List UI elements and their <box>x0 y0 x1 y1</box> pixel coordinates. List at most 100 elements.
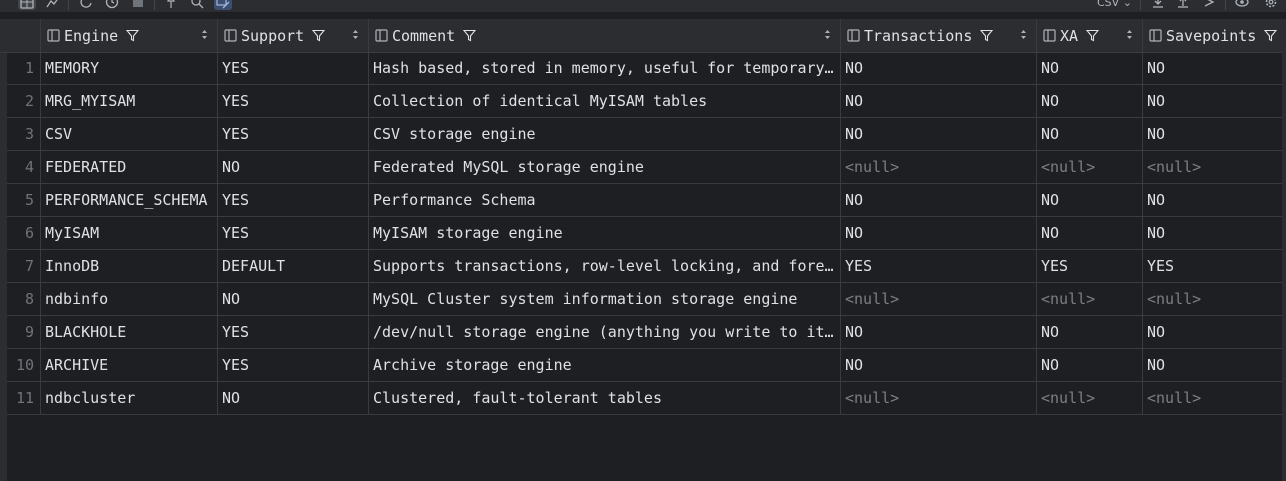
table-row[interactable]: 9 BLACKHOLE YES/dev/null storage engine (a… <box>7 316 1286 349</box>
cell-comment[interactable]: /dev/null storage engine (anything you w… <box>368 316 841 348</box>
cell-support[interactable]: YES <box>217 316 369 348</box>
cell-xa[interactable]: <null> <box>1036 283 1143 315</box>
grid-view-icon[interactable] <box>18 0 36 10</box>
cell-xa[interactable]: NO <box>1036 217 1143 249</box>
cell-savepoints[interactable]: NO <box>1142 184 1286 216</box>
filter-icon[interactable] <box>1086 29 1100 42</box>
filter-icon[interactable] <box>312 29 326 42</box>
cell-comment[interactable]: Archive storage engine <box>368 349 841 381</box>
cell-savepoints[interactable]: NO <box>1142 349 1286 381</box>
cell-support[interactable]: NO <box>217 151 369 183</box>
cell-transactions[interactable]: NO <box>840 118 1037 150</box>
cell-transactions[interactable]: <null> <box>840 382 1037 414</box>
cell-transactions[interactable]: NO <box>840 184 1037 216</box>
table-row[interactable]: 7 InnoDB DEFAULT Supports transactions, row… <box>7 250 1286 283</box>
cell-engine[interactable]: ndbcluster <box>40 382 218 414</box>
filter-icon[interactable] <box>463 29 477 42</box>
chart-view-icon[interactable] <box>44 0 62 10</box>
cell-engine[interactable]: ARCHIVE <box>40 349 218 381</box>
cell-engine[interactable]: BLACKHOLE <box>40 316 218 348</box>
cell-comment[interactable]: CSV storage engine <box>368 118 841 150</box>
column-header-xa[interactable]: XA <box>1036 19 1143 52</box>
column-header-support[interactable]: Support <box>217 19 369 52</box>
table-row[interactable]: 2 MRG_MYISAM YES Collection of identical My… <box>7 85 1286 118</box>
search-icon[interactable] <box>188 0 206 10</box>
download-icon[interactable] <box>1149 0 1167 10</box>
cell-savepoints[interactable]: NO <box>1142 316 1286 348</box>
cell-support[interactable]: DEFAULT <box>217 250 369 282</box>
cell-transactions[interactable]: NO <box>840 85 1037 117</box>
cell-support[interactable]: YES <box>217 85 369 117</box>
upload-icon[interactable] <box>1174 0 1192 10</box>
cell-comment[interactable]: Collection of identical MyISAM tables <box>368 85 841 117</box>
table-row[interactable]: 6 MyISAM YES MyISAM storage engine NO NO NO <box>7 217 1286 250</box>
cell-xa[interactable]: NO <box>1036 118 1143 150</box>
cell-savepoints[interactable]: <null> <box>1142 151 1286 183</box>
filter-icon[interactable] <box>1264 29 1278 42</box>
refresh-icon[interactable] <box>77 0 95 10</box>
cell-xa[interactable]: NO <box>1036 349 1143 381</box>
sort-icon[interactable] <box>1020 29 1027 40</box>
cell-support[interactable]: NO <box>217 283 369 315</box>
cell-engine[interactable]: PERFORMANCE_SCHEMA <box>40 184 218 216</box>
cell-savepoints[interactable]: <null> <box>1142 283 1286 315</box>
table-row[interactable]: 1 MEMORY YES Hash based, stored in memory, … <box>7 52 1286 85</box>
sort-icon[interactable] <box>824 29 831 40</box>
cell-comment[interactable]: Performance Schema <box>368 184 841 216</box>
cell-engine[interactable]: MRG_MYISAM <box>40 85 218 117</box>
view-icon[interactable] <box>1233 0 1251 10</box>
cell-xa[interactable]: NO <box>1036 184 1143 216</box>
table-row[interactable]: 10 ARCHIVE YES Archive storage engine NO NO NO <box>7 349 1286 382</box>
cell-savepoints[interactable]: YES <box>1142 250 1286 282</box>
cell-comment[interactable]: Hash based, stored in memory, useful for… <box>368 52 841 84</box>
cell-xa[interactable]: <null> <box>1036 151 1143 183</box>
cell-transactions[interactable]: NO <box>840 316 1037 348</box>
cell-support[interactable]: YES <box>217 52 369 84</box>
sort-icon[interactable] <box>201 29 208 40</box>
cell-savepoints[interactable]: NO <box>1142 85 1286 117</box>
cell-xa[interactable]: NO <box>1036 52 1143 84</box>
cell-transactions[interactable]: <null> <box>840 151 1037 183</box>
cell-xa[interactable]: <null> <box>1036 382 1143 414</box>
cell-savepoints[interactable]: NO <box>1142 217 1286 249</box>
cell-transactions[interactable]: NO <box>840 52 1037 84</box>
settings-icon[interactable] <box>1262 0 1280 10</box>
cell-engine[interactable]: InnoDB <box>40 250 218 282</box>
column-header-transactions[interactable]: Transactions <box>840 19 1037 52</box>
column-header-comment[interactable]: Comment <box>368 19 841 52</box>
pin-icon[interactable] <box>162 0 180 10</box>
cell-support[interactable]: YES <box>217 217 369 249</box>
compare-icon[interactable] <box>1200 0 1218 10</box>
cell-engine[interactable]: CSV <box>40 118 218 150</box>
cell-comment[interactable]: Supports transactions, row-level locking… <box>368 250 841 282</box>
cell-engine[interactable]: FEDERATED <box>40 151 218 183</box>
history-icon[interactable] <box>103 0 121 10</box>
cell-xa[interactable]: NO <box>1036 85 1143 117</box>
cell-comment[interactable]: MyISAM storage engine <box>368 217 841 249</box>
cell-transactions[interactable]: NO <box>840 217 1037 249</box>
cell-support[interactable]: YES <box>217 349 369 381</box>
column-header-savepoints[interactable]: Savepoints <box>1142 19 1286 52</box>
cell-transactions[interactable]: NO <box>840 349 1037 381</box>
cell-savepoints[interactable]: NO <box>1142 52 1286 84</box>
cell-transactions[interactable]: <null> <box>840 283 1037 315</box>
stop-icon[interactable] <box>129 0 147 10</box>
cell-savepoints[interactable]: NO <box>1142 118 1286 150</box>
table-row[interactable]: 3 CSV YES CSV storage engine NO NO NO <box>7 118 1286 151</box>
sort-icon[interactable] <box>1126 29 1133 40</box>
cell-engine[interactable]: ndbinfo <box>40 283 218 315</box>
edit-mode-icon[interactable] <box>214 0 232 10</box>
sort-icon[interactable] <box>352 29 359 40</box>
table-row[interactable]: 5 PERFORMANCE_SCHEMA YES Performance Schema… <box>7 184 1286 217</box>
table-row[interactable]: 4 FEDERATED NO Federated MySQL storage engi… <box>7 151 1286 184</box>
cell-xa[interactable]: NO <box>1036 316 1143 348</box>
cell-support[interactable]: NO <box>217 382 369 414</box>
cell-engine[interactable]: MyISAM <box>40 217 218 249</box>
cell-engine[interactable]: MEMORY <box>40 52 218 84</box>
cell-support[interactable]: YES <box>217 118 369 150</box>
filter-icon[interactable] <box>980 29 994 42</box>
vertical-scrollbar[interactable] <box>1282 52 1286 481</box>
cell-transactions[interactable]: YES <box>840 250 1037 282</box>
cell-comment[interactable]: Federated MySQL storage engine <box>368 151 841 183</box>
table-row[interactable]: 8 ndbinfo NO MySQL Cluster system informati… <box>7 283 1286 316</box>
